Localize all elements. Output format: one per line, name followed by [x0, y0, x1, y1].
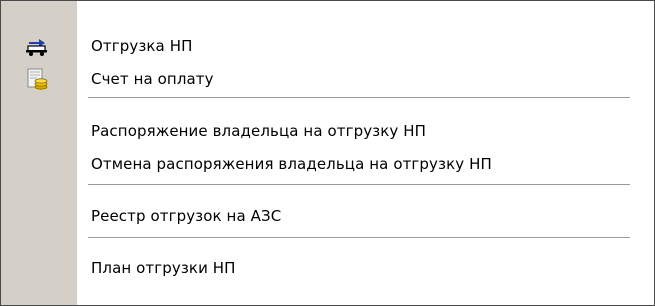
menu-item-label: Реестр отгрузок на АЗС [91, 207, 282, 225]
menu-item-gas-station-registry[interactable]: Реестр отгрузок на АЗС [1, 199, 654, 233]
menu-item-shipment[interactable]: Отгрузка НП [1, 29, 654, 63]
menu-item-cancel-owner-order[interactable]: Отмена распоряжения владельца на отгрузк… [1, 147, 654, 181]
menu-item-label: Распоряжение владельца на отгрузку НП [91, 122, 427, 140]
menu-item-owner-order[interactable]: Распоряжение владельца на отгрузку НП [1, 114, 654, 148]
menu-item-label: Отгрузка НП [91, 37, 193, 55]
menu-item-label: План отгрузки НП [91, 259, 236, 277]
context-menu: Отгрузка НП Счет на оплату Распоряжение … [0, 0, 655, 306]
menu-separator [88, 97, 630, 99]
invoice-coins-icon [25, 67, 49, 91]
menu-separator [88, 184, 630, 186]
menu-item-invoice[interactable]: Счет на оплату [1, 62, 654, 96]
menu-item-shipment-plan[interactable]: План отгрузки НП [1, 251, 654, 285]
menu-item-label: Счет на оплату [91, 70, 214, 88]
menu-separator [88, 237, 630, 239]
menu-item-label: Отмена распоряжения владельца на отгрузк… [91, 155, 492, 173]
fuel-truck-icon [25, 34, 49, 58]
